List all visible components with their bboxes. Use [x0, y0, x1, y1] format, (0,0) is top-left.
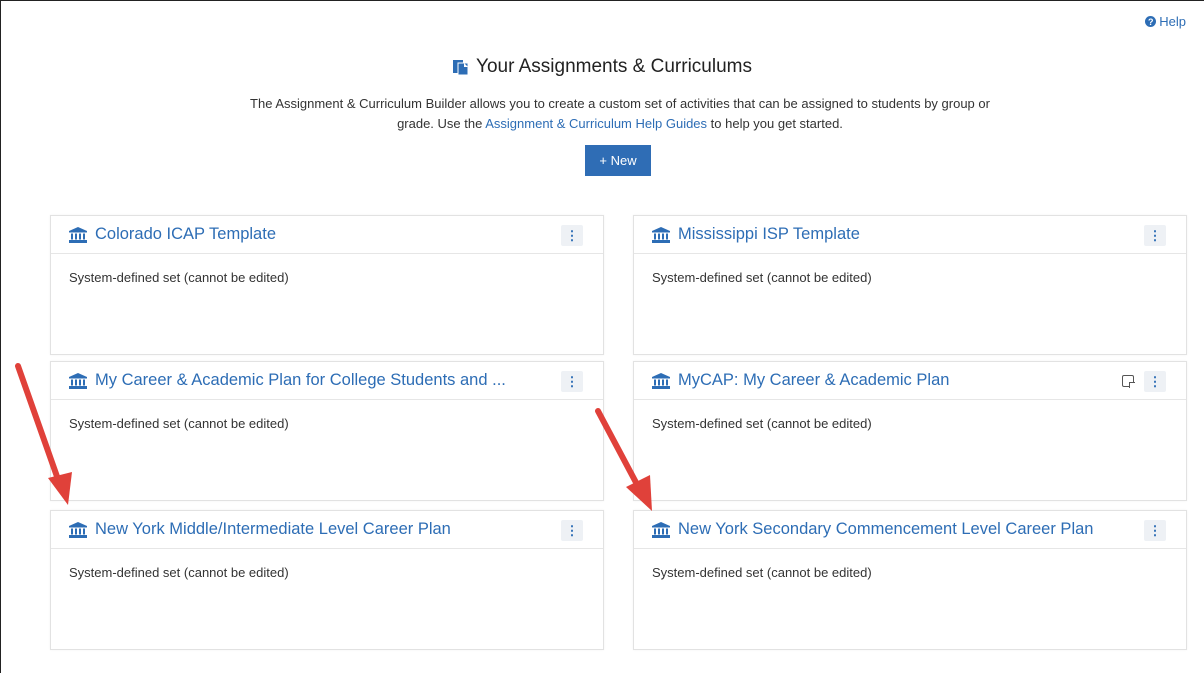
card-header: Mississippi ISP Template ⋮	[634, 216, 1186, 254]
card-title-link[interactable]: Mississippi ISP Template	[678, 225, 860, 244]
institution-icon	[69, 521, 87, 538]
curriculum-card: New York Middle/Intermediate Level Caree…	[50, 510, 604, 650]
annotation-arrow	[15, 363, 72, 505]
curriculum-card: MyCAP: My Career & Academic Plan ⋮ Syste…	[633, 361, 1187, 501]
copy-document-icon	[453, 60, 469, 76]
card-header: New York Secondary Commencement Level Ca…	[634, 511, 1186, 549]
annotation-arrow	[595, 408, 652, 511]
card-title-link[interactable]: Colorado ICAP Template	[95, 225, 276, 244]
card-menu-button[interactable]: ⋮	[561, 371, 583, 392]
card-menu-button[interactable]: ⋮	[1144, 371, 1166, 392]
card-menu-button[interactable]: ⋮	[1144, 225, 1166, 246]
card-header: New York Middle/Intermediate Level Caree…	[51, 511, 603, 549]
question-circle-icon: ?	[1145, 16, 1157, 27]
card-body: System-defined set (cannot be edited)	[69, 270, 289, 285]
card-body: System-defined set (cannot be edited)	[652, 416, 872, 431]
curriculum-card: Colorado ICAP Template ⋮ System-defined …	[50, 215, 604, 355]
new-button[interactable]: + New	[585, 145, 651, 176]
intro-after: to help you get started.	[707, 116, 843, 131]
card-header: MyCAP: My Career & Academic Plan ⋮	[634, 362, 1186, 400]
card-title-link[interactable]: New York Secondary Commencement Level Ca…	[678, 520, 1093, 539]
curriculum-card: My Career & Academic Plan for College St…	[50, 361, 604, 501]
card-header: My Career & Academic Plan for College St…	[51, 362, 603, 400]
card-body: System-defined set (cannot be edited)	[69, 416, 289, 431]
card-body: System-defined set (cannot be edited)	[652, 565, 872, 580]
intro-text: The Assignment & Curriculum Builder allo…	[250, 94, 990, 134]
help-link[interactable]: ? Help	[1145, 14, 1186, 29]
note-icon[interactable]	[1122, 375, 1135, 388]
curriculum-card: Mississippi ISP Template ⋮ System-define…	[633, 215, 1187, 355]
card-menu-button[interactable]: ⋮	[1144, 520, 1166, 541]
institution-icon	[69, 226, 87, 243]
card-body: System-defined set (cannot be edited)	[652, 270, 872, 285]
curriculum-card: New York Secondary Commencement Level Ca…	[633, 510, 1187, 650]
card-header: Colorado ICAP Template ⋮	[51, 216, 603, 254]
card-menu-button[interactable]: ⋮	[561, 225, 583, 246]
card-title-link[interactable]: MyCAP: My Career & Academic Plan	[678, 371, 949, 390]
card-body: System-defined set (cannot be edited)	[69, 565, 289, 580]
card-title-link[interactable]: New York Middle/Intermediate Level Caree…	[95, 520, 451, 539]
help-label: Help	[1159, 14, 1186, 29]
page-title: Your Assignments & Curriculums	[0, 56, 1204, 78]
institution-icon	[652, 226, 670, 243]
page-title-text: Your Assignments & Curriculums	[476, 56, 752, 77]
card-menu-button[interactable]: ⋮	[561, 520, 583, 541]
help-guides-link[interactable]: Assignment & Curriculum Help Guides	[485, 116, 707, 131]
card-title-link[interactable]: My Career & Academic Plan for College St…	[95, 371, 506, 390]
institution-icon	[652, 521, 670, 538]
institution-icon	[652, 372, 670, 389]
